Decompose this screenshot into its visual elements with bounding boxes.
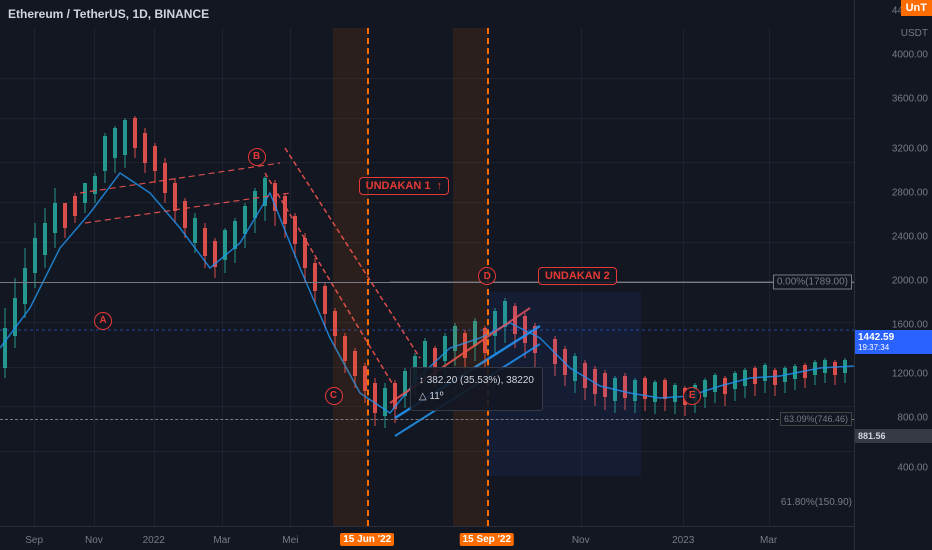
time-mar2: Mar xyxy=(760,535,777,546)
chart-svg xyxy=(0,28,854,526)
eth-badge: 1442.59 19:37:34 xyxy=(855,330,932,354)
price-axis: USDT 4400.00 4000.00 3600.00 3200.00 280… xyxy=(854,0,932,550)
unt-badge: UnT xyxy=(901,0,932,16)
usdt-label: USDT xyxy=(901,28,928,39)
price-1200: 1200.00 xyxy=(892,369,928,380)
price-2000: 2000.00 xyxy=(892,275,928,286)
time-sep22: 15 Sep '22 xyxy=(460,533,515,546)
undakan1-box: UNDAKAN 1 ↑ xyxy=(359,177,449,195)
pair-label: Ethereum / TetherUS, 1D, BINANCE xyxy=(8,7,209,21)
point-a: A xyxy=(94,312,112,330)
time-axis: Sep Nov 2022 Mar Mei 15 Jun '22 15 Sep '… xyxy=(0,526,854,550)
price-3600: 3600.00 xyxy=(892,94,928,105)
info-box: ↕ 382.20 (35.53%), 38220 △ 11º xyxy=(410,367,543,411)
point-e: E xyxy=(683,387,701,405)
dotted-line xyxy=(0,419,854,420)
point-c: C xyxy=(325,387,343,405)
level-0-line xyxy=(0,282,854,283)
info-line2: △ 11º xyxy=(419,389,534,405)
time-nov2: Nov xyxy=(572,535,590,546)
level-0-label: 0.00%(1789.00) xyxy=(773,274,852,289)
chart-area: UNDAKAN 1 ↑ UNDAKAN 2 A B C D E ↕ 382.20… xyxy=(0,28,854,526)
time-sep: Sep xyxy=(25,535,43,546)
undakan2-box: UNDAKAN 2 xyxy=(538,267,617,285)
time-mei: Mei xyxy=(282,535,298,546)
price-1600: 1600.00 xyxy=(892,319,928,330)
price-2800: 2800.00 xyxy=(892,187,928,198)
fib-label: 61.80%(150.90) xyxy=(781,497,852,508)
dotted-price-badge: 881.56 xyxy=(855,429,932,443)
price-3200: 3200.00 xyxy=(892,143,928,154)
price-2400: 2400.00 xyxy=(892,231,928,242)
chart-container: Ethereum / TetherUS, 1D, BINANCE UnT xyxy=(0,0,932,550)
jun22-highlight xyxy=(333,28,367,526)
time-2022: 2022 xyxy=(143,535,165,546)
time-jun22: 15 Jun '22 xyxy=(340,533,394,546)
dotted-label: 63.09%(746.46) xyxy=(780,412,852,426)
vline-jun22 xyxy=(367,28,369,526)
info-line1: ↕ 382.20 (35.53%), 38220 xyxy=(419,373,534,389)
point-b: B xyxy=(248,148,266,166)
price-800: 800.00 xyxy=(897,413,928,424)
time-mar: Mar xyxy=(213,535,230,546)
price-400: 400.00 xyxy=(897,462,928,473)
time-nov: Nov xyxy=(85,535,103,546)
time-2023: 2023 xyxy=(672,535,694,546)
top-bar: Ethereum / TetherUS, 1D, BINANCE xyxy=(0,0,932,28)
price-4000: 4000.00 xyxy=(892,50,928,61)
